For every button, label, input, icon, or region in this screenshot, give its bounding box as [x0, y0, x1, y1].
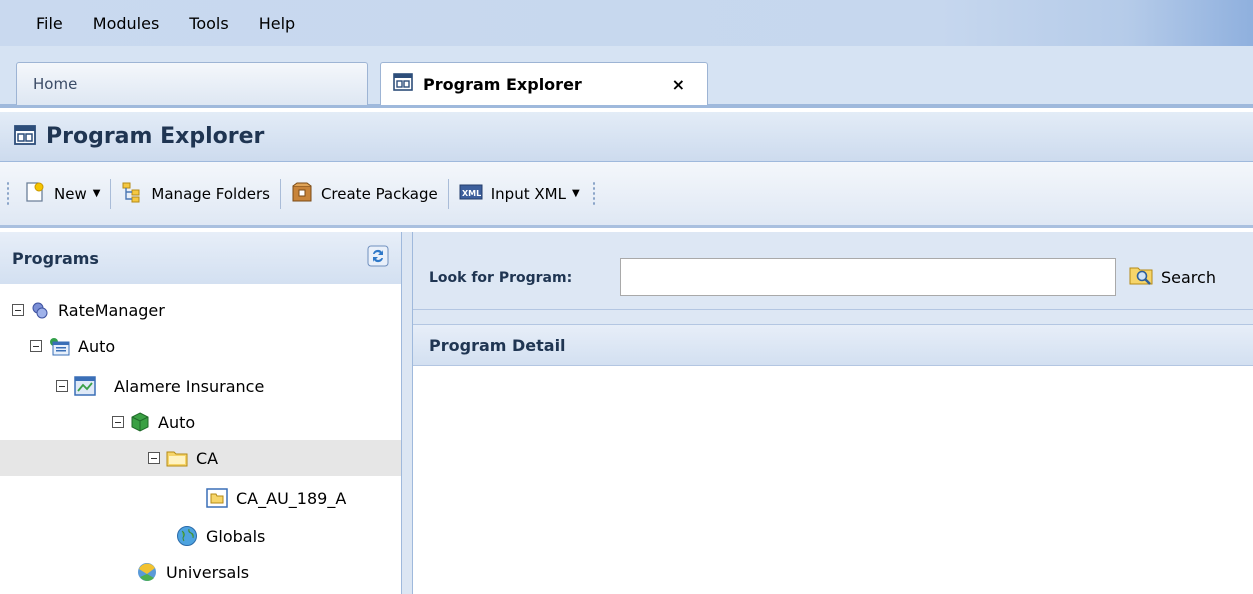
tree-node-ratemanager[interactable]: RateManager — [12, 292, 165, 328]
tree-node-ca-au-189-a[interactable]: CA_AU_189_A — [206, 480, 346, 516]
folder-icon — [166, 448, 188, 468]
toolbar-separator — [279, 178, 281, 209]
toolbar-separator — [110, 178, 112, 209]
programs-header: Programs — [0, 232, 401, 284]
manage-folders-label: Manage Folders — [151, 184, 270, 203]
toolbar: New ▼ Manage Folders Create Package XML … — [0, 162, 1253, 228]
new-document-icon — [24, 181, 46, 207]
page-title: Program Explorer — [46, 124, 265, 149]
collapse-icon[interactable] — [112, 416, 124, 428]
tree-node-label: Auto — [78, 336, 116, 356]
pane-splitter[interactable] — [401, 232, 413, 594]
search-button-label: Search — [1161, 267, 1216, 287]
toolbar-grip[interactable] — [6, 180, 10, 207]
panel-header: Program Explorer — [0, 112, 1253, 162]
chevron-down-icon: ▼ — [571, 188, 580, 199]
program-detail-title: Program Detail — [429, 335, 566, 355]
tab-strip: Home Program Explorer × — [0, 46, 1253, 108]
create-package-button[interactable]: Create Package — [285, 177, 444, 211]
program-explorer-icon — [14, 124, 36, 149]
search-icon — [1129, 264, 1153, 290]
tab-home[interactable]: Home — [16, 62, 368, 105]
search-label: Look for Program: — [429, 270, 573, 286]
programs-pane: Programs RateManager Auto Alamere Insura… — [0, 232, 401, 594]
tab-program-explorer-label: Program Explorer — [423, 74, 582, 94]
search-input[interactable] — [620, 258, 1116, 296]
tree-node-label: CA_AU_189_A — [236, 488, 347, 508]
line-of-business-icon — [48, 336, 70, 356]
tree-node-auto-lob[interactable]: Auto — [30, 328, 115, 364]
new-button-label: New — [54, 184, 87, 203]
tree-node-label: Auto — [158, 412, 196, 432]
collapse-icon[interactable] — [148, 452, 160, 464]
menu-modules[interactable]: Modules — [93, 14, 160, 33]
collapse-icon[interactable] — [30, 340, 42, 352]
tree-node-alamere-insurance[interactable]: Alamere Insurance — [56, 368, 264, 404]
input-xml-label: Input XML — [490, 184, 566, 203]
refresh-icon[interactable] — [367, 245, 389, 271]
chevron-down-icon: ▼ — [92, 188, 101, 199]
tree-node-globals[interactable]: Globals — [176, 518, 265, 554]
tree-node-auto-product[interactable]: Auto — [112, 404, 195, 440]
product-icon — [130, 412, 150, 432]
search-button[interactable]: Search — [1129, 260, 1216, 294]
input-xml-button[interactable]: XML Input XML ▼ — [453, 177, 586, 211]
divider — [413, 310, 1253, 324]
rate-manager-icon — [30, 300, 50, 320]
create-package-label: Create Package — [320, 184, 438, 203]
program-content-pane: Look for Program: Search Program Detail — [413, 232, 1253, 594]
toolbar-separator — [447, 178, 449, 209]
collapse-icon[interactable] — [12, 304, 24, 316]
tree-node-label: Alamere Insurance — [114, 376, 265, 396]
menu-tools[interactable]: Tools — [189, 14, 228, 33]
tree-node-universals[interactable]: Universals — [136, 554, 249, 590]
globe-icon — [176, 525, 198, 547]
manage-folders-button[interactable]: Manage Folders — [115, 177, 276, 211]
menu-file[interactable]: File — [36, 14, 63, 33]
tree-node-label: Universals — [166, 562, 250, 582]
tree-node-label: RateManager — [58, 300, 165, 320]
tab-home-label: Home — [33, 75, 78, 93]
search-bar: Look for Program: Search — [413, 232, 1253, 310]
menu-bar: File Modules Tools Help — [0, 0, 1253, 46]
svg-text:XML: XML — [462, 189, 481, 198]
xml-icon: XML — [459, 181, 483, 207]
programs-title: Programs — [12, 248, 99, 268]
program-detail-header: Program Detail — [413, 324, 1253, 366]
close-icon[interactable]: × — [672, 75, 685, 94]
collapse-icon[interactable] — [56, 380, 68, 392]
toolbar-grip-end[interactable] — [591, 180, 596, 207]
package-icon — [291, 181, 313, 207]
program-icon — [206, 488, 228, 508]
menu-help[interactable]: Help — [259, 14, 295, 33]
tree-node-label: CA — [196, 448, 219, 468]
company-icon — [74, 376, 96, 396]
folder-tree-icon — [121, 181, 143, 207]
tree-node-label: Globals — [206, 526, 266, 546]
tab-program-explorer[interactable]: Program Explorer × — [380, 62, 708, 105]
program-explorer-icon — [393, 73, 413, 95]
tree-node-ca[interactable]: CA — [148, 440, 218, 476]
universals-icon — [136, 561, 158, 583]
new-button[interactable]: New ▼ — [18, 177, 106, 211]
